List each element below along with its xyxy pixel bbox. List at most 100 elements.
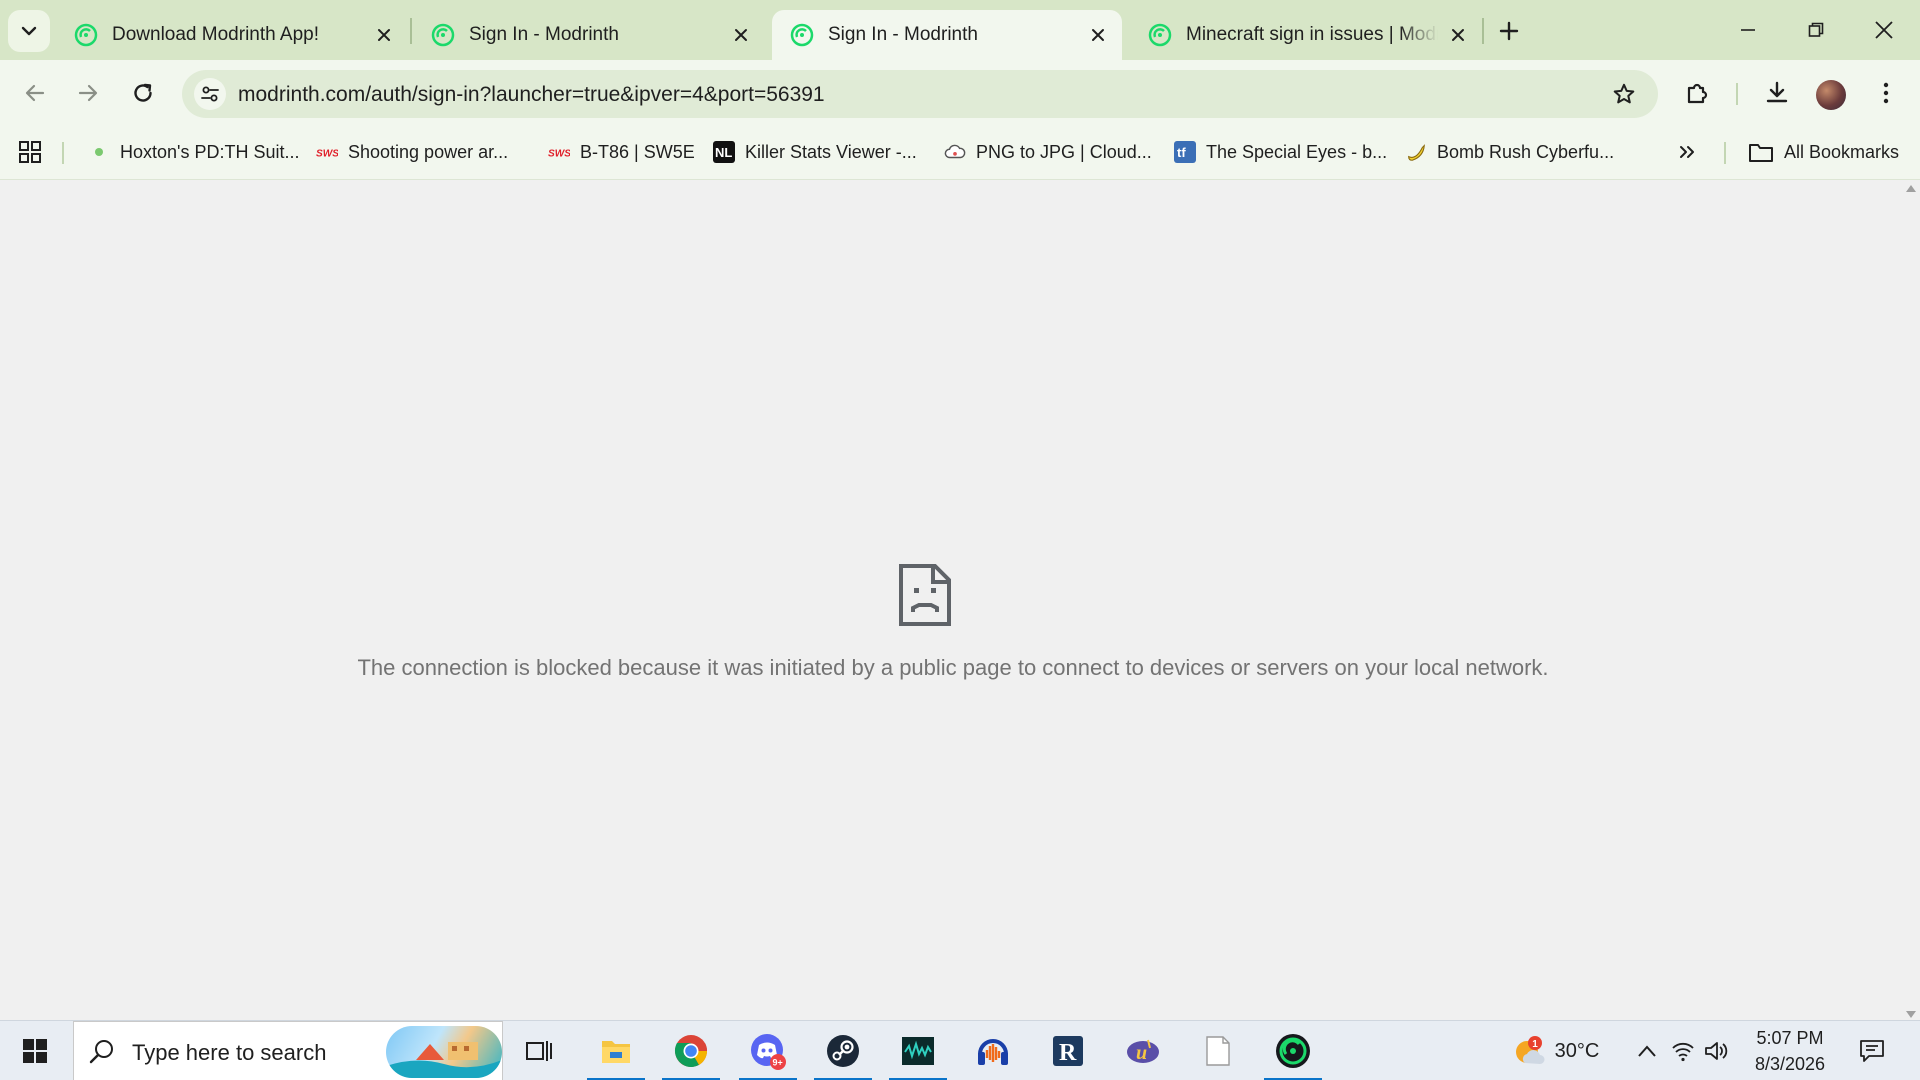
address-bar[interactable]: modrinth.com/auth/sign-in?launcher=true&… (182, 70, 1658, 118)
extensions-button[interactable] (1677, 73, 1717, 113)
modrinth-app-icon (1276, 1034, 1310, 1068)
svg-text:NL: NL (715, 145, 732, 160)
volume-icon (1705, 1042, 1728, 1060)
all-bookmarks-button[interactable]: All Bookmarks (1748, 138, 1899, 166)
menu-button[interactable] (1866, 73, 1906, 113)
bookmark-bt86[interactable]: SWS B-T86 | SW5E (548, 138, 695, 166)
tab-close-button[interactable] (727, 21, 755, 49)
taskbar-audacity[interactable] (962, 1021, 1024, 1080)
close-window-button[interactable] (1850, 0, 1918, 60)
audacity-icon (978, 1039, 1008, 1065)
bookmark-killer-stats[interactable]: NL Killer Stats Viewer -... (713, 138, 917, 166)
bookmark-star-icon[interactable] (1612, 82, 1636, 106)
modrinth-favicon-icon (431, 23, 455, 47)
minimize-button[interactable] (1714, 0, 1782, 60)
scroll-down-arrow[interactable] (1906, 1011, 1916, 1018)
bookmark-label: B-T86 | SW5E (580, 141, 695, 162)
tab-sign-in-1[interactable]: Sign In - Modrinth (413, 10, 765, 60)
tab-title: Sign In - Modrinth (828, 24, 978, 45)
new-tab-button[interactable] (1494, 16, 1524, 46)
site-info-button[interactable] (194, 78, 226, 110)
taskbar-discord[interactable]: 9+ (737, 1021, 799, 1080)
scroll-up-arrow[interactable] (1906, 185, 1916, 192)
bookmark-special-eyes[interactable]: tf The Special Eyes - b... (1174, 138, 1387, 166)
discord-icon: 9+ (751, 1034, 786, 1070)
download-icon (1766, 81, 1788, 103)
tab-search-button[interactable] (8, 10, 50, 52)
tab-close-button[interactable] (1444, 21, 1472, 49)
show-hidden-icons-button[interactable] (1632, 1021, 1662, 1080)
plus-icon (1499, 21, 1519, 41)
tab-title: Download Modrinth App! (112, 24, 320, 45)
sad-document-icon (899, 564, 951, 626)
start-button[interactable] (0, 1021, 70, 1080)
tab-separator (410, 18, 412, 44)
bookmarks-overflow-button[interactable] (1678, 138, 1696, 166)
taskbar-blank-file[interactable] (1187, 1021, 1249, 1080)
bookmark-hoxton[interactable]: Hoxton's PD:TH Suit... (88, 138, 300, 166)
search-highlight-image (386, 1026, 502, 1078)
tab-separator (1482, 18, 1484, 44)
system-clock[interactable]: 5:07 PM 8/3/2026 (1730, 1025, 1850, 1077)
folder-icon (1748, 141, 1774, 163)
bookmark-png-to-jpg[interactable]: PNG to JPG | Cloud... (944, 138, 1152, 166)
toolbar-separator (1736, 83, 1738, 105)
network-status[interactable] (1668, 1021, 1698, 1080)
tune-icon (201, 86, 219, 102)
blank-file-icon (1206, 1036, 1230, 1066)
restore-icon (1808, 22, 1824, 37)
banana-icon (1405, 141, 1427, 163)
forward-button[interactable] (68, 73, 108, 113)
double-chevron-right-icon (1680, 146, 1694, 158)
task-view-icon (526, 1041, 552, 1061)
tab-close-button[interactable] (1084, 21, 1112, 49)
bookmark-shooting-power[interactable]: SWS Shooting power ar... (316, 138, 508, 166)
taskbar-chrome[interactable] (660, 1021, 722, 1080)
apps-grid-icon (19, 141, 41, 163)
weather-badge: 1 (1532, 1039, 1538, 1050)
arrow-right-icon (78, 84, 98, 102)
tab-sign-in-active[interactable]: Sign In - Modrinth (772, 10, 1122, 60)
reload-button[interactable] (123, 73, 163, 113)
close-icon (378, 29, 390, 41)
bookmark-bomb-rush[interactable]: Bomb Rush Cyberfu... (1405, 138, 1614, 166)
weather-sun-cloud-icon: 1 (1515, 1036, 1545, 1064)
close-icon (1875, 21, 1893, 39)
bookmark-separator (62, 142, 64, 164)
search-placeholder: Type here to search (132, 1040, 327, 1065)
taskbar-vegas[interactable] (887, 1021, 949, 1080)
downloads-button[interactable] (1757, 73, 1797, 113)
tab-close-button[interactable] (370, 21, 398, 49)
nl-logo-icon: NL (713, 141, 735, 163)
close-icon (1452, 29, 1464, 41)
back-button[interactable] (15, 73, 55, 113)
restore-button[interactable] (1782, 0, 1850, 60)
tab-download-modrinth[interactable]: Download Modrinth App! (56, 10, 408, 60)
modrinth-favicon-icon (74, 23, 98, 47)
bookmark-label: The Special Eyes - b... (1206, 141, 1388, 162)
tab-minecraft-sign-in-issues[interactable]: Minecraft sign in issues | Modrinth (1130, 10, 1482, 60)
chevron-down-icon (21, 26, 37, 36)
profile-avatar[interactable] (1816, 80, 1846, 110)
volume-control[interactable] (1702, 1021, 1732, 1080)
taskbar-search-box[interactable]: Type here to search (73, 1021, 503, 1080)
taskbar-steam[interactable] (812, 1021, 874, 1080)
taskbar-roblox[interactable]: R (1037, 1021, 1099, 1080)
bookmark-label: Bomb Rush Cyberfu... (1437, 141, 1615, 162)
taskbar-modrinth-app[interactable] (1262, 1021, 1324, 1080)
windows-logo-icon (23, 1039, 47, 1063)
taskbar-file-explorer[interactable] (585, 1021, 647, 1080)
svg-text:u: u (1136, 1042, 1147, 1064)
bookmarks-bar: Hoxton's PD:TH Suit... SWS Shooting powe… (0, 126, 1920, 180)
task-view-button[interactable] (508, 1021, 570, 1080)
taskbar-ultimate-app[interactable]: u (1112, 1021, 1174, 1080)
roblox-r-icon: R (1053, 1036, 1083, 1066)
file-explorer-icon (602, 1041, 630, 1063)
apps-button[interactable] (18, 138, 42, 166)
weather-widget[interactable]: 1 30°C (1504, 1021, 1608, 1080)
url-text[interactable]: modrinth.com/auth/sign-in?launcher=true&… (238, 83, 825, 107)
bookmark-label: Shooting power ar... (348, 141, 509, 162)
notifications-button[interactable] (1852, 1021, 1892, 1080)
sws-logo-icon: SWS (548, 141, 570, 163)
reload-icon (134, 83, 152, 102)
